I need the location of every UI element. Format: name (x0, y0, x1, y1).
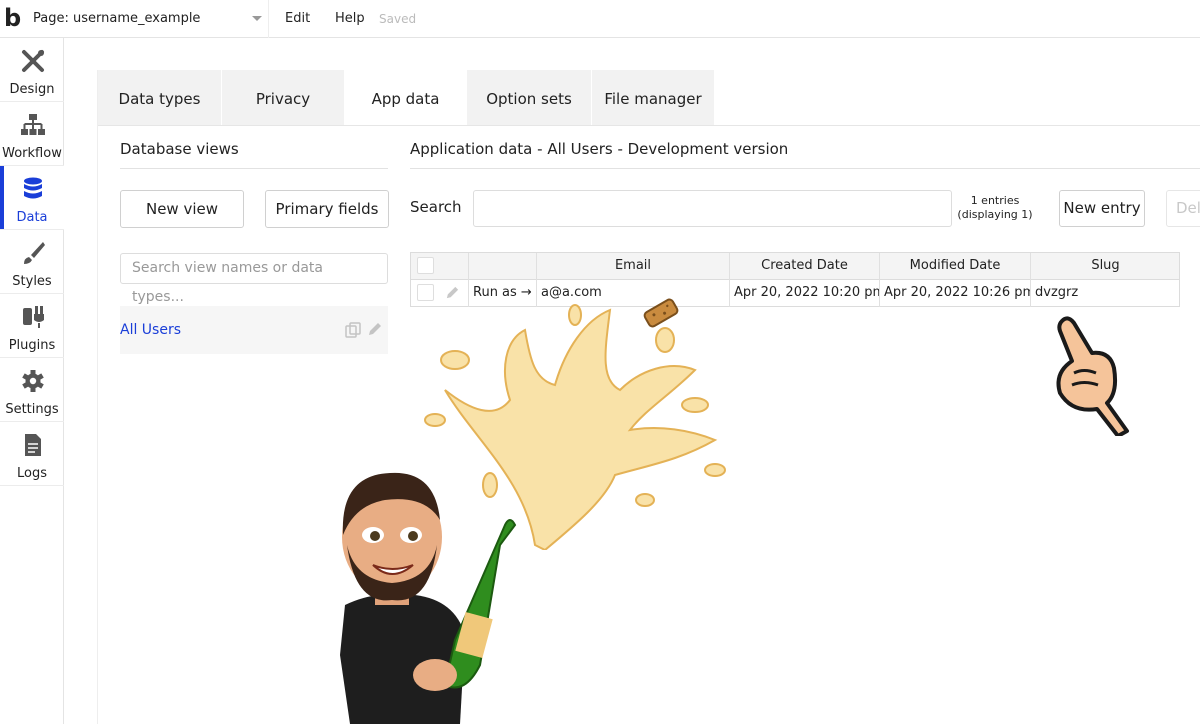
tabs-divider (98, 125, 1200, 126)
view-item-all-users[interactable]: All Users (120, 306, 388, 354)
application-data-title: Application data - All Users - Developme… (410, 140, 789, 158)
sidebar-item-label: Styles (12, 274, 52, 289)
primary-fields-button[interactable]: Primary fields (265, 190, 389, 228)
content-divider (97, 70, 98, 724)
bubble-logo[interactable]: b (4, 4, 26, 32)
save-status: Saved (379, 12, 417, 26)
entries-count-displaying: (displaying 1) (957, 208, 1033, 221)
help-menu[interactable]: Help (335, 0, 365, 38)
plug-icon (23, 306, 44, 328)
copy-icon[interactable] (345, 322, 361, 338)
column-header-slug[interactable]: Slug (1031, 253, 1180, 280)
divider (120, 168, 388, 169)
sidebar-item-logs[interactable]: Logs (0, 422, 64, 486)
tab-option-sets[interactable]: Option sets (467, 70, 592, 126)
select-all-cell (411, 253, 469, 280)
database-icon (24, 177, 42, 199)
sidebar-item-design[interactable]: Design (0, 38, 64, 102)
gear-icon (22, 370, 44, 392)
sidebar-item-label: Workflow (2, 146, 62, 161)
sidebar-item-styles[interactable]: Styles (0, 230, 64, 294)
search-views-input[interactable]: Search view names or data types... (120, 253, 388, 305)
database-views-title: Database views (120, 140, 239, 158)
select-all-checkbox[interactable] (417, 257, 434, 274)
tab-data-types[interactable]: Data types (98, 70, 222, 126)
page-selector[interactable]: Page: username_example (33, 0, 269, 38)
sidebar-item-plugins[interactable]: Plugins (0, 294, 64, 358)
sidebar-item-data[interactable]: Data (0, 166, 64, 230)
column-header-modified-date[interactable]: Modified Date (880, 253, 1031, 280)
delete-button[interactable]: Del (1166, 190, 1200, 227)
pointing-hand-illustration (1056, 316, 1129, 436)
column-header-run-as (469, 253, 537, 280)
brush-icon (24, 242, 45, 264)
table-header: Email Created Date Modified Date Slug (410, 252, 1180, 280)
created-date-cell[interactable]: Apr 20, 2022 10:20 pm (730, 280, 880, 307)
modified-date-cell[interactable]: Apr 20, 2022 10:26 pm (880, 280, 1031, 307)
design-icon (22, 50, 44, 72)
entries-count-total: 1 entries (970, 194, 1020, 207)
search-input[interactable] (473, 190, 952, 227)
column-header-email[interactable]: Email (537, 253, 730, 280)
row-checkbox[interactable] (417, 284, 434, 301)
tab-app-data[interactable]: App data (345, 70, 467, 126)
workflow-icon (21, 114, 45, 135)
edit-menu[interactable]: Edit (285, 0, 310, 38)
tab-privacy[interactable]: Privacy (222, 70, 345, 126)
chevron-down-icon (252, 16, 262, 21)
tab-file-manager[interactable]: File manager (592, 70, 715, 126)
top-bar: b Page: username_example Edit Help Saved (0, 0, 1200, 38)
entries-count: 1 entries (displaying 1) (952, 194, 1038, 222)
slug-cell[interactable]: dvzgrz (1031, 280, 1180, 307)
pencil-icon[interactable] (367, 321, 383, 337)
sidebar-item-label: Data (16, 210, 48, 225)
cork-illustration (643, 298, 679, 328)
pencil-icon[interactable] (445, 285, 460, 300)
avatar-illustration (340, 472, 517, 724)
sidebar-item-label: Settings (5, 402, 59, 417)
divider (410, 168, 1200, 169)
document-icon (25, 434, 41, 456)
sidebar-item-settings[interactable]: Settings (0, 358, 64, 422)
view-item-label: All Users (120, 322, 182, 338)
left-sidebar: Design Workflow Data Styles Plugins Sett… (0, 38, 64, 724)
column-header-created-date[interactable]: Created Date (730, 253, 880, 280)
page-selector-label: Page: username_example (33, 11, 201, 26)
new-view-button[interactable]: New view (120, 190, 244, 228)
sidebar-item-label: Logs (17, 466, 47, 481)
search-label: Search (410, 198, 462, 216)
sidebar-item-label: Plugins (8, 338, 56, 353)
new-entry-button[interactable]: New entry (1059, 190, 1145, 227)
sidebar-item-label: Design (9, 82, 55, 97)
sidebar-item-workflow[interactable]: Workflow (0, 102, 64, 166)
